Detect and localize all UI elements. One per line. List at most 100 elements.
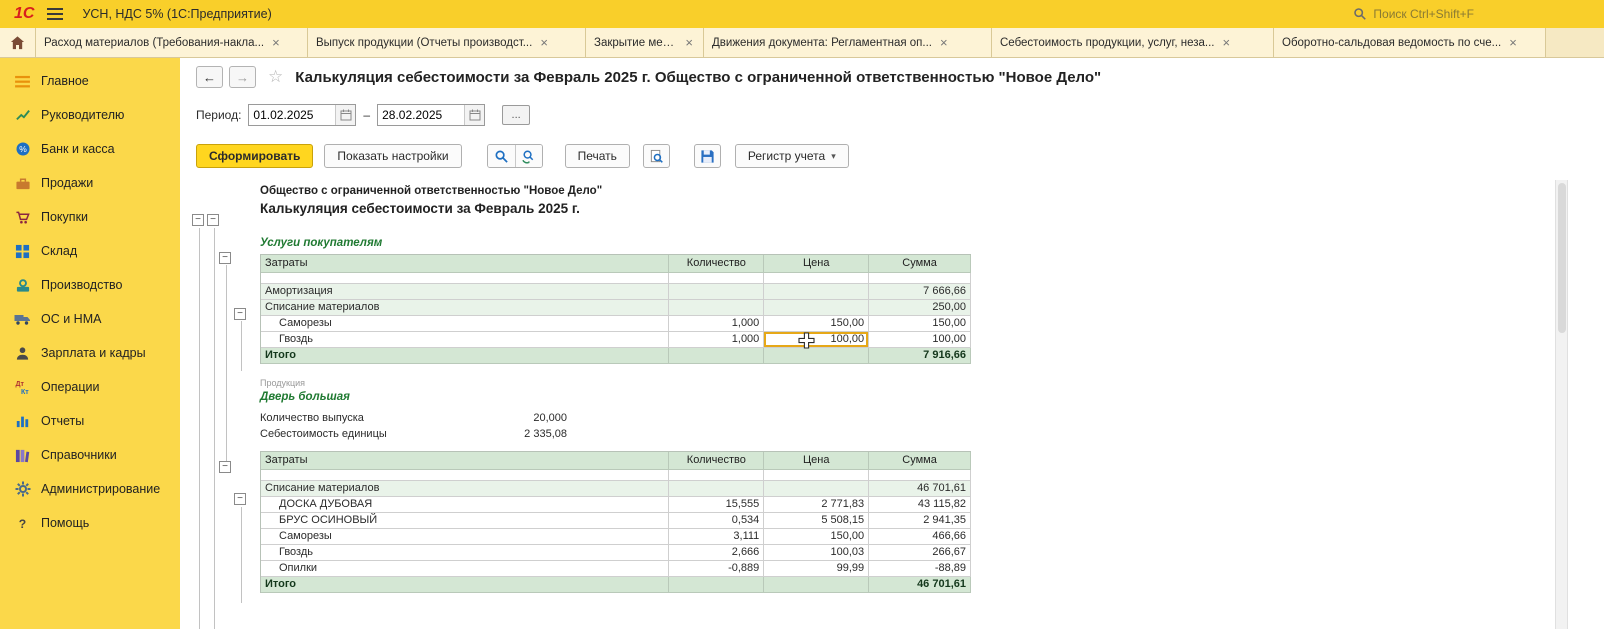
header-zatraty: Затраты [261,255,669,273]
tab-dvizheniya-dokumenta[interactable]: Движения документа: Регламентная оп... × [704,28,992,57]
header-cena: Цена [764,452,869,470]
product-info: Количество выпуска 20,000 Себестоимость … [260,410,1556,442]
collapse-toggle[interactable]: − [234,493,246,505]
collapse-toggle[interactable]: − [219,252,231,264]
sidebar-item-label: Помощь [41,516,89,530]
sidebar-item-os-i-nma[interactable]: ОС и НМА [0,302,180,336]
section-caption-services: Услуги покупателям [260,237,1556,249]
table-row: Списание материалов 46 701,61 [261,481,971,497]
production-icon [14,277,31,294]
global-search[interactable]: Поиск Ctrl+Shift+F [1353,7,1474,21]
home-button[interactable] [0,28,36,57]
close-icon[interactable]: × [683,35,695,50]
sales-icon [14,175,31,192]
save-button[interactable] [694,144,721,168]
close-icon[interactable]: × [270,35,282,50]
assets-icon [14,311,31,328]
vertical-scrollbar[interactable] [1555,180,1568,629]
calendar-icon[interactable] [464,105,484,125]
period-from-box [248,104,356,126]
sidebar-item-proizvodstvo[interactable]: Производство [0,268,180,302]
back-button[interactable]: ← [196,66,223,88]
close-icon[interactable]: × [938,35,950,50]
search-button-group [487,144,543,168]
generate-button[interactable]: Сформировать [196,144,313,168]
sidebar-item-pomosch[interactable]: ? Помощь [0,506,180,540]
sidebar-item-otchety[interactable]: Отчеты [0,404,180,438]
bar-chart-icon [14,413,31,430]
period-to-input[interactable] [378,105,464,125]
sidebar-item-sklad[interactable]: Склад [0,234,180,268]
preview-button[interactable] [643,144,670,168]
report-title: Калькуляция себестоимости за Февраль 202… [260,201,1556,216]
period-label: Период: [196,108,241,122]
sidebar-item-spravochniki[interactable]: Справочники [0,438,180,472]
tab-sebestoimost[interactable]: Себестоимость продукции, услуг, неза... … [992,28,1274,57]
collapse-toggle[interactable]: − [207,214,219,226]
sidebar-item-label: Склад [41,244,77,258]
save-icon [700,149,715,164]
show-settings-button[interactable]: Показать настройки [324,144,461,168]
chart-up-icon [14,107,31,124]
favorite-star-icon[interactable]: ☆ [268,67,283,87]
total-row: Итого 7 916,66 [261,348,971,364]
calendar-icon[interactable] [335,105,355,125]
tab-zakrytie-mesyaca[interactable]: Закрытие месяца × [586,28,704,57]
section-caption-product: Дверь большая [260,391,1556,403]
sidebar-item-bank-i-kassa[interactable]: % Банк и касса [0,132,180,166]
chevron-down-icon: ▾ [831,151,836,162]
main-area: ← → ☆ Калькуляция себестоимости за Февра… [180,58,1604,629]
search-refresh-icon [521,149,536,164]
header-summa: Сумма [869,452,971,470]
period-more-button[interactable]: ... [502,105,530,125]
main-menu-icon[interactable] [44,4,66,24]
tab-rashod-materialov[interactable]: Расход материалов (Требования-накла... × [36,28,308,57]
close-icon[interactable]: × [1507,35,1519,50]
scrollbar-thumb[interactable] [1558,183,1566,333]
selected-cell[interactable]: 100,00 [764,332,869,348]
sidebar-item-label: Администрирование [41,482,160,496]
register-dropdown-button[interactable]: Регистр учета ▾ [735,144,849,168]
sidebar-item-glavnoe[interactable]: Главное [0,64,180,98]
sidebar-item-operacii[interactable]: ДтКт Операции [0,370,180,404]
sidebar-item-label: ОС и НМА [41,312,101,326]
dtkt-icon: ДтКт [14,379,31,396]
close-icon[interactable]: × [1220,35,1232,50]
print-button[interactable]: Печать [565,144,630,168]
sidebar-item-label: Продажи [41,176,93,190]
sidebar-item-label: Отчеты [41,414,84,428]
svg-text:Дт: Дт [15,381,24,388]
warehouse-icon [14,243,31,260]
collapse-toggle[interactable]: − [234,308,246,320]
app-title: УСН, НДС 5% (1С:Предприятие) [82,7,271,21]
question-icon: ? [14,515,31,532]
collapse-toggle[interactable]: − [219,461,231,473]
collapse-toggle[interactable]: − [192,214,204,226]
products-cost-table: Затраты Количество Цена Сумма Списание м… [260,451,971,593]
group-caption-produkciya: Продукция [260,378,1556,388]
sidebar-item-pokupki[interactable]: Покупки [0,200,180,234]
report-company-name: Общество с ограниченной ответственностью… [260,185,1556,197]
sidebar-item-administrirovanie[interactable]: Администрирование [0,472,180,506]
spacer-row [261,273,971,284]
find-button[interactable] [488,145,515,167]
sidebar-item-zarplata-i-kadry[interactable]: Зарплата и кадры [0,336,180,370]
tab-oborotno-saldovaya[interactable]: Оборотно-сальдовая ведомость по сче... × [1274,28,1546,57]
table-row: Опилки -0,889 99,99 -88,89 [261,561,971,577]
period-from-input[interactable] [249,105,335,125]
tab-vypusk-produkcii[interactable]: Выпуск продукции (Отчеты производст... × [308,28,586,57]
sidebar-item-prodazhi[interactable]: Продажи [0,166,180,200]
forward-button[interactable]: → [229,66,256,88]
header-kolichestvo: Количество [669,255,764,273]
sidebar-item-label: Банк и касса [41,142,115,156]
sidebar-item-label: Справочники [41,448,117,462]
close-icon[interactable]: × [538,35,550,50]
purchases-icon [14,209,31,226]
find-refresh-button[interactable] [515,145,542,167]
sidebar-item-rukovoditelyu[interactable]: Руководителю [0,98,180,132]
services-cost-table: Затраты Количество Цена Сумма Амортизаци… [260,254,971,364]
info-row: Себестоимость единицы 2 335,08 [260,426,567,442]
grouping-gutter: − − − − − − [180,182,260,629]
header-cena: Цена [764,255,869,273]
info-row: Количество выпуска 20,000 [260,410,567,426]
